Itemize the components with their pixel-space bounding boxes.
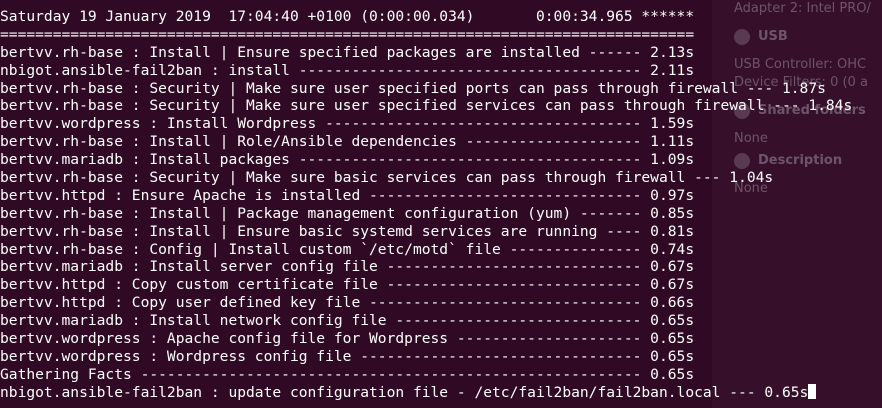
task-timing-line: bertvv.rh-base : Install | Ensure specif…	[0, 44, 882, 62]
terminal-line-text: bertvv.httpd : Copy user defined key fil…	[0, 294, 695, 312]
terminal-line-text: bertvv.rh-base : Config | Install custom…	[0, 240, 695, 258]
terminal-line-text: bertvv.rh-base : Install | Ensure specif…	[0, 43, 695, 61]
task-timing-line: bertvv.rh-base : Install | Role/Ansible …	[0, 133, 882, 151]
terminal-line-text: ========================================…	[0, 25, 695, 43]
task-timing-line: bertvv.rh-base : Security | Make sure us…	[0, 80, 882, 98]
separator-line: ========================================…	[0, 26, 882, 44]
terminal-line-text: bertvv.httpd : Ensure Apache is installe…	[0, 186, 695, 204]
task-timing-line: bertvv.wordpress : Wordpress config file…	[0, 348, 882, 366]
terminal-line-text: bertvv.rh-base : Install | Role/Ansible …	[0, 133, 695, 151]
task-timing-line: bertvv.rh-base : Install | Package manag…	[0, 205, 882, 223]
task-timing-line: bertvv.httpd : Ensure Apache is installe…	[0, 187, 882, 205]
terminal-line-text: bertvv.rh-base : Install | Ensure basic …	[0, 222, 695, 240]
profile-timestamp-line: Saturday 19 January 2019 17:04:40 +0100 …	[0, 8, 882, 26]
terminal-line-text: bertvv.mariadb : Install network config …	[0, 312, 695, 330]
terminal-line-text: Gathering Facts ------------------------…	[0, 365, 695, 383]
terminal-line-text: bertvv.wordpress : Apache config file fo…	[0, 330, 695, 348]
terminal-line-text: bertvv.mariadb : Install server config f…	[0, 258, 695, 276]
task-timing-line: bertvv.httpd : Copy user defined key fil…	[0, 294, 882, 312]
terminal-line-text: bertvv.mariadb : Install packages ------…	[0, 151, 695, 169]
terminal-line-text: nbigot.ansible-fail2ban : update configu…	[0, 383, 809, 401]
task-timing-line: bertvv.mariadb : Install server config f…	[0, 258, 882, 276]
task-timing-line: nbigot.ansible-fail2ban : update configu…	[0, 383, 882, 402]
task-timing-line: bertvv.rh-base : Config | Install custom…	[0, 241, 882, 259]
task-timing-line: bertvv.wordpress : Install Wordpress ---…	[0, 115, 882, 133]
terminal-line-text: bertvv.wordpress : Install Wordpress ---…	[0, 115, 695, 133]
task-timing-line: bertvv.rh-base : Install | Ensure basic …	[0, 223, 882, 241]
task-timing-line: bertvv.rh-base : Security | Make sure ba…	[0, 169, 882, 187]
terminal-window[interactable]: Adapter 2: Intel PRO/USB USB Controller: …	[0, 0, 882, 408]
terminal-line-text: bertvv.rh-base : Security | Make sure us…	[0, 79, 826, 97]
text-cursor	[808, 383, 817, 399]
terminal-line-text: Saturday 19 January 2019 17:04:40 +0100 …	[0, 8, 695, 25]
task-timing-line: bertvv.mariadb : Install packages ------…	[0, 151, 882, 169]
task-timing-line: bertvv.wordpress : Apache config file fo…	[0, 330, 882, 348]
terminal-line-text: bertvv.httpd : Copy custom certificate f…	[0, 276, 695, 294]
task-timing-line: bertvv.mariadb : Install network config …	[0, 312, 882, 330]
terminal-line-text: bertvv.wordpress : Wordpress config file…	[0, 347, 695, 365]
terminal-line-text: bertvv.rh-base : Install | Package manag…	[0, 204, 695, 222]
task-timing-line: bertvv.httpd : Copy custom certificate f…	[0, 276, 882, 294]
task-timing-line: bertvv.rh-base : Security | Make sure us…	[0, 97, 882, 115]
terminal-line-text: bertvv.rh-base : Security | Make sure ba…	[0, 169, 774, 187]
task-timing-line: nbigot.ansible-fail2ban : install ------…	[0, 62, 882, 80]
task-timing-line: Gathering Facts ------------------------…	[0, 366, 882, 384]
terminal-output[interactable]: Saturday 19 January 2019 17:04:40 +0100 …	[0, 0, 882, 408]
terminal-line-text: bertvv.rh-base : Security | Make sure us…	[0, 97, 853, 115]
terminal-line-text: nbigot.ansible-fail2ban : install ------…	[0, 61, 695, 79]
